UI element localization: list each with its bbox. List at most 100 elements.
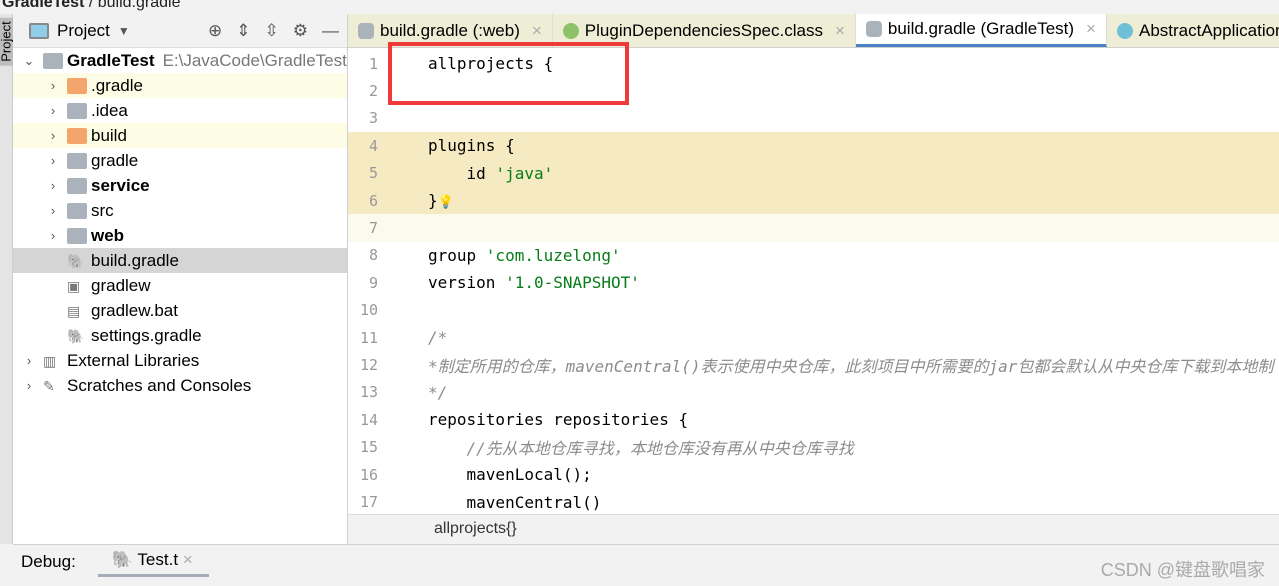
chevron-down-icon[interactable]: ▼ (118, 24, 130, 38)
project-view-selector[interactable]: Project (57, 21, 110, 41)
folder-orange-icon (67, 127, 87, 144)
editor-breadcrumb[interactable]: allprojects{} (348, 514, 1279, 544)
debug-label: Debug: (21, 551, 76, 571)
chevron-right-icon[interactable]: › (45, 228, 61, 243)
string-literal: '1.0-SNAPSHOT' (505, 273, 640, 293)
line-number: 14 (359, 410, 378, 429)
code-line: 17 mavenCentral() (348, 488, 1279, 515)
project-tool-button[interactable]: Project (0, 17, 14, 66)
code-line: 15 //先从本地仓库寻找，本地仓库没有再从中央仓库寻找 (348, 434, 1279, 461)
chevron-down-icon[interactable]: ⌄ (21, 53, 37, 69)
tree-item-gradlew[interactable]: ▣ gradlew (13, 273, 347, 298)
close-icon[interactable]: × (835, 21, 845, 41)
locate-icon[interactable]: ⊕ (208, 21, 222, 41)
chevron-right-icon[interactable]: › (45, 103, 61, 118)
class-icon (1116, 22, 1133, 39)
chevron-right-icon[interactable]: › (45, 178, 61, 193)
minimize-icon[interactable]: — (322, 21, 339, 41)
code-line: 8 group 'com.luzelong' (348, 242, 1279, 269)
code-text: plugins { (428, 136, 515, 155)
comment: /* (428, 328, 448, 348)
tab-label: build.gradle (:web) (380, 20, 520, 40)
tree-item-gradlew-bat[interactable]: ▤ gradlew.bat (13, 298, 347, 323)
tree-item--gradle[interactable]: › .gradle (13, 73, 347, 98)
tree-item-settings-gradle[interactable]: 🐘 settings.gradle (13, 323, 347, 348)
module-folder-icon (67, 177, 87, 194)
tab-abstractapplication[interactable]: AbstractApplication (1106, 14, 1279, 47)
code-line: 10 (348, 297, 1279, 324)
code-area[interactable]: 1 allprojects {2 3 4 plugins {5 id 'java' 6}💡… (348, 50, 1279, 514)
tool-window-strip: Project (0, 14, 14, 544)
tree-item-scratches-and-consoles[interactable]: › ✎ Scratches and Consoles (13, 373, 347, 398)
code-line: 13 */ (348, 379, 1279, 406)
line-number: 10 (359, 301, 378, 320)
comment: */ (428, 382, 448, 402)
tree-item-build[interactable]: › build (13, 123, 347, 148)
tree-item-src[interactable]: › src (13, 198, 347, 223)
project-view-icon (29, 22, 49, 39)
line-number: 15 (359, 438, 378, 457)
file-icon: ▤ (67, 302, 81, 319)
tab-build-gradle-gradletest-[interactable]: build.gradle (GradleTest) × (855, 14, 1107, 47)
gear-icon[interactable]: ⚙ (293, 21, 308, 41)
debug-tab-label: Test.t (137, 550, 179, 569)
tree-item-label: build.gradle (91, 250, 179, 270)
tree-item-label: gradlew.bat (91, 300, 178, 320)
line-number: 1 (368, 54, 378, 73)
code-line: 11 /* (348, 324, 1279, 351)
folder-grey-icon (67, 152, 87, 169)
code-line: 12 *制定所用的仓库，mavenCentral()表示使用中央仓库，此刻项目中所… (348, 351, 1279, 378)
string-literal: 'java' (495, 163, 554, 183)
tree-item-label: gradlew (91, 275, 151, 295)
line-number: 13 (359, 383, 378, 402)
tree-item-service[interactable]: › service (13, 173, 347, 198)
shell-icon: ▣ (67, 277, 81, 294)
intention-bulb-icon[interactable]: 💡 (438, 195, 454, 210)
chevron-right-icon[interactable]: › (45, 153, 61, 168)
chevron-right-icon[interactable]: › (45, 203, 61, 218)
debug-tab-test[interactable]: 🐘 Test.t × (97, 546, 209, 577)
watermark: CSDN @键盘歌唱家 (1100, 560, 1265, 580)
tree-item-web[interactable]: › web (13, 223, 347, 248)
tree-item-label: service (91, 175, 150, 195)
tab-label: AbstractApplication (1138, 20, 1279, 40)
close-icon[interactable]: × (183, 550, 193, 569)
project-tree: ⌄ GradleTest E:\JavaCode\GradleTest › .gradl… (13, 48, 347, 398)
code-token: } (428, 191, 438, 211)
chevron-right-icon[interactable]: › (21, 353, 37, 368)
expand-all-icon[interactable]: ⇕ (236, 21, 250, 41)
code-text: mavenCentral() (428, 493, 602, 512)
chevron-right-icon[interactable]: › (45, 128, 61, 143)
code-text: repositories repositories { (428, 410, 688, 429)
breadcrumb-project[interactable]: GradleTest (2, 0, 84, 11)
collapse-all-icon[interactable]: ⇳ (265, 21, 279, 41)
code-token: mavenLocal(); (428, 465, 592, 485)
tree-item-external-libraries[interactable]: › ▥ External Libraries (13, 348, 347, 373)
scratches-icon: ✎ (43, 377, 55, 394)
tree-item-path: E:\JavaCode\GradleTest (162, 50, 347, 70)
tree-item-gradle[interactable]: › gradle (13, 148, 347, 173)
tree-item--idea[interactable]: › .idea (13, 98, 347, 123)
chevron-right-icon[interactable]: › (45, 78, 61, 93)
comment: //先从本地仓库寻找，本地仓库没有再从中央仓库寻找 (428, 439, 854, 459)
line-number: 17 (359, 493, 378, 512)
breadcrumb-file[interactable]: build.gradle (98, 0, 181, 11)
tree-item-build-gradle[interactable]: 🐘 build.gradle (13, 248, 347, 273)
tree-item-label: web (91, 225, 125, 245)
chevron-right-icon[interactable]: › (21, 378, 37, 393)
code-line: 7 (348, 214, 1279, 242)
gradle-icon: 🐘 (67, 252, 85, 269)
line-number: 16 (359, 465, 378, 484)
line-number: 9 (368, 273, 378, 292)
code-line: 16 mavenLocal(); (348, 461, 1279, 488)
close-icon[interactable]: × (1086, 19, 1096, 39)
code-text: */ (428, 383, 447, 402)
close-icon[interactable]: × (532, 21, 542, 41)
navigation-breadcrumb: GradleTest / build.gradle (0, 0, 180, 14)
code-text: mavenLocal(); (428, 465, 592, 484)
line-number: 7 (368, 219, 378, 238)
code-text: //先从本地仓库寻找，本地仓库没有再从中央仓库寻找 (428, 435, 854, 459)
project-panel: Project ▼ ⊕ ⇕ ⇳ ⚙ — ⌄ GradleTest E:\JavaCo… (13, 14, 348, 544)
tree-item-gradletest[interactable]: ⌄ GradleTest E:\JavaCode\GradleTest (13, 48, 347, 73)
tree-item-label: .gradle (91, 75, 143, 95)
